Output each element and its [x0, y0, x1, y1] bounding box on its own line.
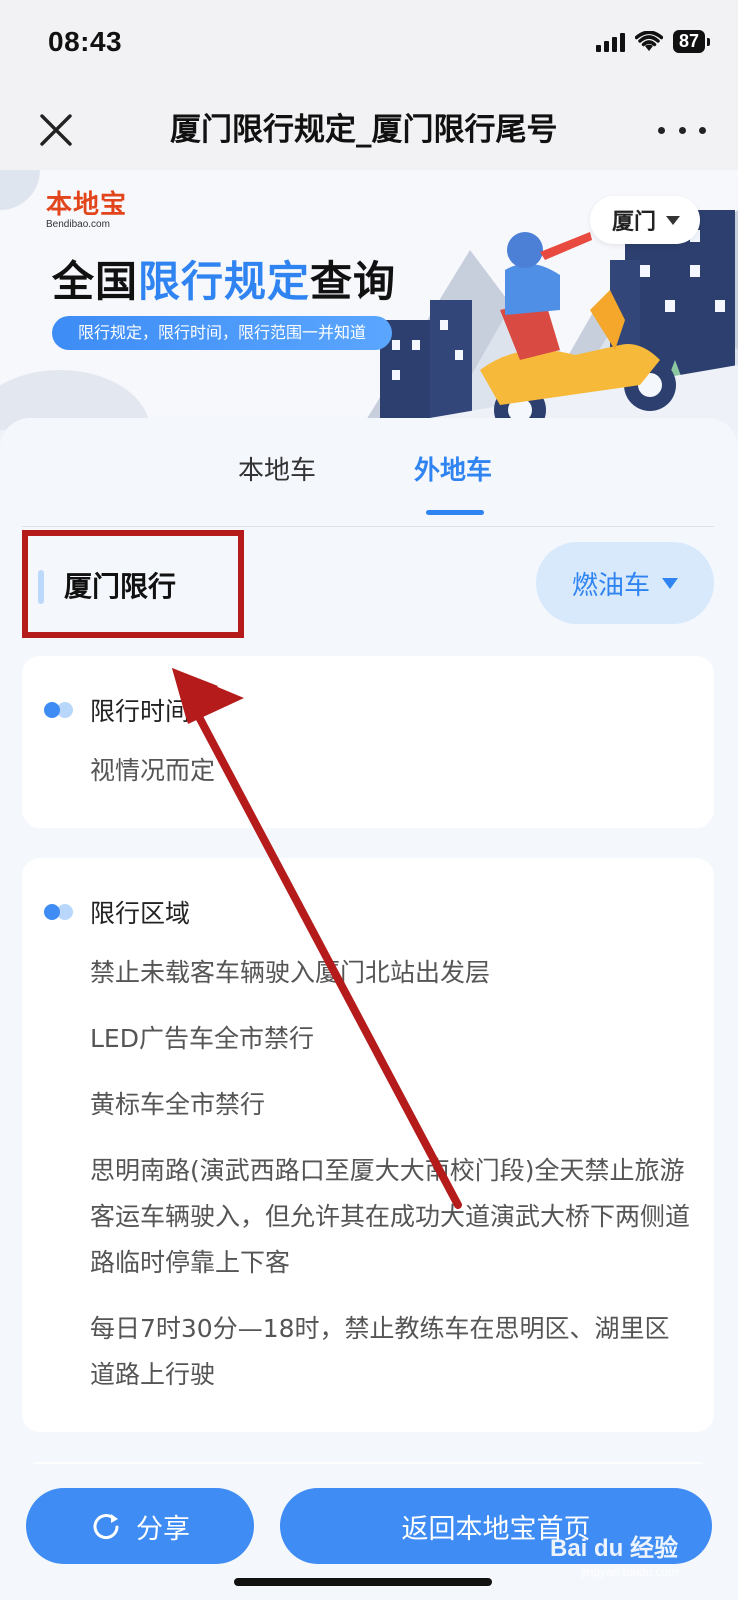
- vehicle-tabs: 本地车 外地车: [22, 418, 714, 527]
- fuel-type-dropdown[interactable]: 燃油车: [536, 542, 714, 624]
- more-icon[interactable]: [658, 112, 706, 148]
- home-indicator: [234, 1578, 492, 1586]
- list-item: 黄标车全市禁行: [90, 1090, 266, 1119]
- list-item: 每日7时30分—18时，禁止教练车在思明区、湖里区道路上行驶: [90, 1314, 670, 1389]
- bullet-dots-icon: [44, 903, 76, 921]
- status-icons: 87: [595, 30, 710, 53]
- share-button[interactable]: 分享: [26, 1488, 254, 1564]
- list-item: 禁止未载客车辆驶入厦门北站出发层: [90, 958, 491, 987]
- baidu-watermark: Bai du 经验 jingyan.baidu.com: [549, 1535, 678, 1579]
- fuel-type-label: 燃油车: [571, 570, 650, 601]
- brand-logo: 本地宝 Bendibao.com: [46, 190, 128, 230]
- restriction-time-card: 限行时间 视情况而定: [22, 656, 714, 828]
- chevron-down-icon: [666, 215, 680, 225]
- city-label: 厦门: [611, 210, 656, 235]
- share-label: 分享: [136, 1513, 190, 1545]
- city-selector[interactable]: 厦门: [589, 196, 700, 244]
- status-time: 08:43: [48, 26, 123, 57]
- nav-bar: 厦门限行规定_厦门限行尾号: [0, 90, 738, 170]
- banner-heading: 全国限行规定查询: [52, 257, 397, 306]
- list-item: LED广告车全市禁行: [90, 1024, 314, 1053]
- tab-indicator: [426, 510, 484, 515]
- battery-icon: 87: [672, 30, 710, 53]
- wifi-icon: [634, 30, 663, 51]
- banner-subtitle: 限行规定，限行时间，限行范围一并知道: [52, 316, 393, 350]
- page-title: 厦门限行规定_厦门限行尾号: [170, 112, 558, 148]
- refresh-share-icon: [93, 1514, 119, 1540]
- signal-icon: [595, 32, 625, 52]
- list-item: 思明南路(演武西路口至厦大大南校门段)全天禁止旅游客运车辆驶入，但允许其在成功大…: [90, 1156, 691, 1277]
- close-icon[interactable]: [34, 108, 78, 152]
- banner: 本地宝 Bendibao.com 全国限行规定查询 限行规定，限行时间，限行范围…: [0, 170, 738, 430]
- chevron-down-icon: [662, 577, 678, 589]
- status-bar: 08:43 87: [0, 0, 738, 90]
- battery-level: 87: [672, 30, 705, 53]
- restriction-time-value: 视情况而定: [90, 756, 216, 785]
- restriction-area-card: 限行区域 禁止未载客车辆驶入厦门北站出发层 LED广告车全市禁行 黄标车全市禁行…: [22, 858, 714, 1432]
- restriction-area-label: 限行区域: [90, 899, 191, 928]
- annotation-highlight-box: [22, 530, 244, 638]
- tab-nonlocal-car[interactable]: 外地车: [414, 450, 492, 487]
- bullet-dots-icon: [44, 701, 76, 719]
- back-to-home-button[interactable]: 返回本地宝首页 Bai du 经验 jingyan.baidu.com: [280, 1488, 712, 1579]
- restriction-time-label: 限行时间: [90, 697, 191, 726]
- tab-local-car[interactable]: 本地车: [238, 450, 316, 487]
